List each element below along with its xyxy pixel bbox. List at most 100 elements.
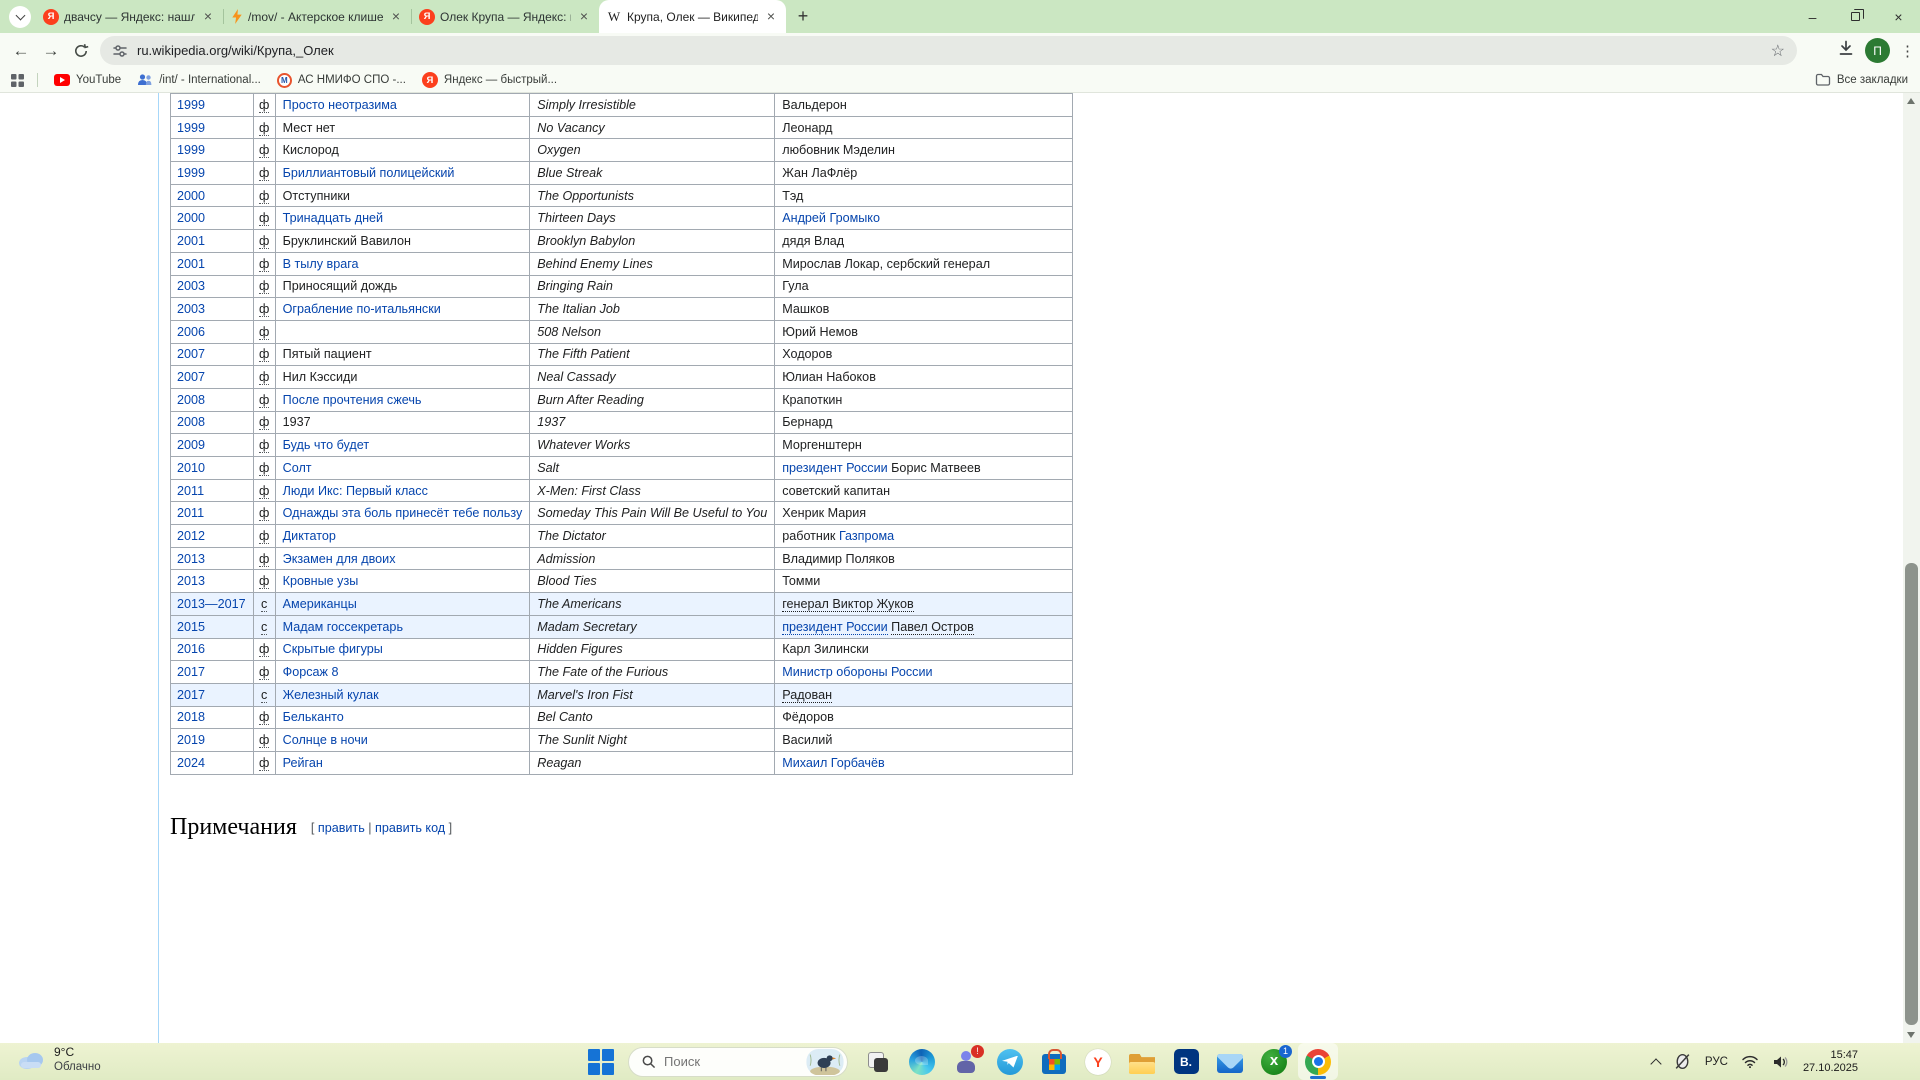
taskbar-app-mail[interactable] xyxy=(1210,1043,1250,1080)
taskbar-app-chrome[interactable] xyxy=(1298,1043,1338,1080)
role-link[interactable]: Михаил Горбачёв xyxy=(782,756,884,770)
year-link[interactable]: 1999 xyxy=(177,121,205,135)
scroll-up-arrow-icon[interactable] xyxy=(1907,98,1915,104)
mark-abbr[interactable]: ф xyxy=(259,574,269,589)
apps-shortcut[interactable] xyxy=(10,73,25,88)
reload-button[interactable] xyxy=(66,36,96,65)
year-link[interactable]: 2007 xyxy=(177,370,205,384)
mark-abbr[interactable]: с xyxy=(261,597,267,612)
mark-abbr[interactable]: ф xyxy=(259,393,269,408)
year-link[interactable]: 2008 xyxy=(177,415,205,429)
start-button[interactable] xyxy=(588,1049,614,1075)
year-link[interactable]: 2018 xyxy=(177,710,205,724)
title-ru-link[interactable]: Солнце в ночи xyxy=(283,733,368,747)
year-link[interactable]: 2001 xyxy=(177,257,205,271)
year-link[interactable]: 2015 xyxy=(177,620,205,634)
browser-tab-active[interactable]: Крупа, Олек — Википедия× xyxy=(599,0,786,33)
title-ru-link[interactable]: Рейган xyxy=(283,756,323,770)
mark-abbr[interactable]: ф xyxy=(259,302,269,317)
year-link[interactable]: 2007 xyxy=(177,347,205,361)
taskbar-app-store[interactable] xyxy=(1034,1043,1074,1080)
title-ru-link[interactable]: Скрытые фигуры xyxy=(283,642,383,656)
taskbar-app-teams[interactable]: ! xyxy=(946,1043,986,1080)
year-link[interactable]: 2008 xyxy=(177,393,205,407)
url-text[interactable]: ru.wikipedia.org/wiki/Крупа,_Олек xyxy=(137,43,1771,58)
title-ru-link[interactable]: Бельканто xyxy=(283,710,344,724)
mark-abbr[interactable]: ф xyxy=(259,438,269,453)
year-link[interactable]: 2003 xyxy=(177,302,205,316)
mark-abbr[interactable]: ф xyxy=(259,143,269,158)
year-link[interactable]: 2013—2017 xyxy=(177,597,246,611)
mark-abbr[interactable]: ф xyxy=(259,370,269,385)
title-ru-link[interactable]: Однажды эта боль принесёт тебе пользу xyxy=(283,506,523,520)
mark-abbr[interactable]: ф xyxy=(259,710,269,725)
bookmark-item[interactable]: /int/ - International... xyxy=(137,72,261,88)
mark-abbr[interactable]: ф xyxy=(259,642,269,657)
taskbar-app-edge[interactable] xyxy=(902,1043,942,1080)
browser-tab[interactable]: /mov/ - Актерское клише× xyxy=(224,0,411,33)
bookmark-star-icon[interactable]: ☆ xyxy=(1771,41,1785,61)
year-link[interactable]: 1999 xyxy=(177,98,205,112)
mouse-disabled-icon[interactable] xyxy=(1673,1053,1692,1070)
title-ru-link[interactable]: Диктатор xyxy=(283,529,336,543)
role-link[interactable]: Министр обороны России xyxy=(782,665,932,679)
restore-button[interactable] xyxy=(1834,0,1877,33)
browser-tab[interactable]: Олек Крупа — Яндекс: нашлос...× xyxy=(412,0,599,33)
year-link[interactable]: 2017 xyxy=(177,688,205,702)
mark-abbr[interactable]: ф xyxy=(259,98,269,113)
weather-widget[interactable]: 9°C Облачно xyxy=(16,1045,101,1074)
year-link[interactable]: 2019 xyxy=(177,733,205,747)
year-link[interactable]: 2024 xyxy=(177,756,205,770)
search-input[interactable] xyxy=(664,1054,794,1069)
search-highlight-bird-image[interactable] xyxy=(805,1049,845,1075)
browser-tab[interactable]: двачсу — Яндекс: нашлось 53...× xyxy=(36,0,223,33)
mark-abbr[interactable]: ф xyxy=(259,347,269,362)
year-link[interactable]: 2003 xyxy=(177,279,205,293)
taskbar-app-yandex-browser[interactable] xyxy=(1078,1043,1118,1080)
title-ru-link[interactable]: Кровные узы xyxy=(283,574,359,588)
year-link[interactable]: 1999 xyxy=(177,143,205,157)
scrollbar-thumb[interactable] xyxy=(1905,563,1918,1025)
mark-abbr[interactable]: с xyxy=(261,620,267,635)
tab-close-icon[interactable]: × xyxy=(576,9,592,25)
year-link[interactable]: 2000 xyxy=(177,211,205,225)
taskbar-search[interactable] xyxy=(628,1047,848,1077)
mark-abbr[interactable]: ф xyxy=(259,257,269,272)
page-scrollbar[interactable] xyxy=(1903,93,1920,1043)
mark-abbr[interactable]: ф xyxy=(259,733,269,748)
mark-abbr[interactable]: ф xyxy=(259,166,269,181)
title-ru-link[interactable]: Просто неотразима xyxy=(283,98,397,112)
mark-abbr[interactable]: ф xyxy=(259,279,269,294)
year-link[interactable]: 2017 xyxy=(177,665,205,679)
mark-abbr[interactable]: ф xyxy=(259,756,269,771)
mark-abbr[interactable]: ф xyxy=(259,665,269,680)
mark-abbr[interactable]: ф xyxy=(259,189,269,204)
mark-abbr[interactable]: ф xyxy=(259,552,269,567)
year-link[interactable]: 2006 xyxy=(177,325,205,339)
taskbar-app-explorer[interactable] xyxy=(1122,1043,1162,1080)
tab-search-button[interactable] xyxy=(9,6,31,28)
edit-link[interactable]: править xyxy=(318,821,365,835)
year-link[interactable]: 2000 xyxy=(177,189,205,203)
taskbar-app-booking[interactable] xyxy=(1166,1043,1206,1080)
forward-button[interactable]: → xyxy=(36,36,66,65)
close-button[interactable]: × xyxy=(1877,0,1920,33)
title-ru-link[interactable]: Ограбление по-итальянски xyxy=(283,302,441,316)
role-link[interactable]: президент России xyxy=(782,461,887,475)
title-ru-link[interactable]: Форсаж 8 xyxy=(283,665,339,679)
mark-abbr[interactable]: ф xyxy=(259,121,269,136)
role-link[interactable]: Андрей Громыко xyxy=(782,211,880,225)
year-link[interactable]: 2009 xyxy=(177,438,205,452)
title-ru-link[interactable]: Американцы xyxy=(283,597,357,611)
bookmark-item[interactable]: АС НМИФО СПО -... xyxy=(277,73,406,88)
mark-abbr[interactable]: ф xyxy=(259,211,269,226)
tab-close-icon[interactable]: × xyxy=(763,9,779,25)
year-link[interactable]: 1999 xyxy=(177,166,205,180)
download-button[interactable] xyxy=(1837,39,1855,62)
title-ru-link[interactable]: Тринадцать дней xyxy=(283,211,383,225)
wifi-icon[interactable] xyxy=(1741,1054,1759,1069)
address-bar[interactable]: ru.wikipedia.org/wiki/Крупа,_Олек ☆ xyxy=(100,36,1797,65)
title-ru-link[interactable]: После прочтения сжечь xyxy=(283,393,422,407)
year-link[interactable]: 2011 xyxy=(177,484,204,498)
title-ru-link[interactable]: В тылу врага xyxy=(283,257,359,271)
